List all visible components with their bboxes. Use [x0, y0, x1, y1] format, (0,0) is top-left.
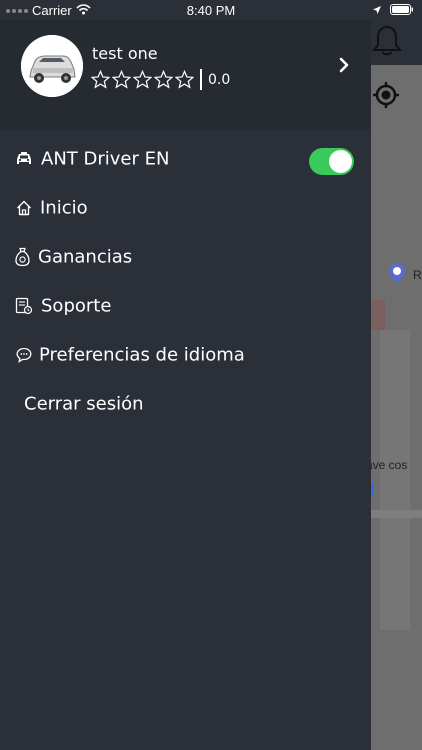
map-header-strip	[371, 20, 422, 65]
money-bag-icon	[15, 247, 30, 267]
map-pin-icon[interactable]	[388, 262, 406, 288]
profile-header[interactable]: test one 0.0	[0, 20, 371, 130]
car-photo-icon	[21, 35, 83, 97]
menu-item-support[interactable]: Soporte	[0, 286, 371, 326]
star-outline-icon	[91, 70, 110, 89]
map-label-street: ave cos	[366, 458, 408, 472]
menu-label-logout: Cerrar sesión	[24, 393, 144, 415]
menu-item-earnings[interactable]: Ganancias	[0, 237, 371, 277]
star-outline-icon	[175, 70, 194, 89]
rating-divider	[200, 69, 202, 90]
support-icon	[15, 297, 33, 315]
status-right	[372, 3, 414, 18]
menu-label-earnings: Ganancias	[38, 246, 133, 268]
status-bar: Carrier 8:40 PM	[0, 0, 422, 20]
menu-item-language[interactable]: Preferencias de idioma	[0, 335, 371, 375]
menu-label-driver-mode: ANT Driver EN	[41, 148, 170, 170]
chevron-right-icon[interactable]	[338, 57, 350, 77]
toggle-knob	[329, 150, 352, 173]
rating-stars	[91, 70, 194, 89]
driver-mode-toggle[interactable]	[309, 148, 354, 175]
star-outline-icon	[154, 70, 173, 89]
chat-icon	[16, 347, 32, 363]
star-outline-icon	[112, 70, 131, 89]
star-outline-icon	[133, 70, 152, 89]
avatar[interactable]	[21, 35, 83, 97]
menu-item-logout[interactable]: Cerrar sesión	[0, 384, 371, 424]
status-time: 8:40 PM	[186, 3, 236, 18]
location-arrow-icon	[372, 3, 382, 18]
profile-name: test one	[92, 44, 158, 63]
menu-item-home[interactable]: Inicio	[0, 188, 371, 228]
battery-icon	[390, 3, 414, 18]
home-icon	[16, 200, 32, 216]
bell-icon[interactable]	[371, 24, 403, 62]
menu-label-language: Preferencias de idioma	[39, 344, 245, 366]
map-label-place: R	[413, 268, 422, 282]
car-icon	[15, 151, 33, 167]
locate-me-button[interactable]	[371, 80, 401, 114]
menu-label-home: Inicio	[40, 197, 88, 219]
menu-label-support: Soporte	[41, 295, 112, 317]
rating-value: 0.0	[208, 72, 231, 88]
